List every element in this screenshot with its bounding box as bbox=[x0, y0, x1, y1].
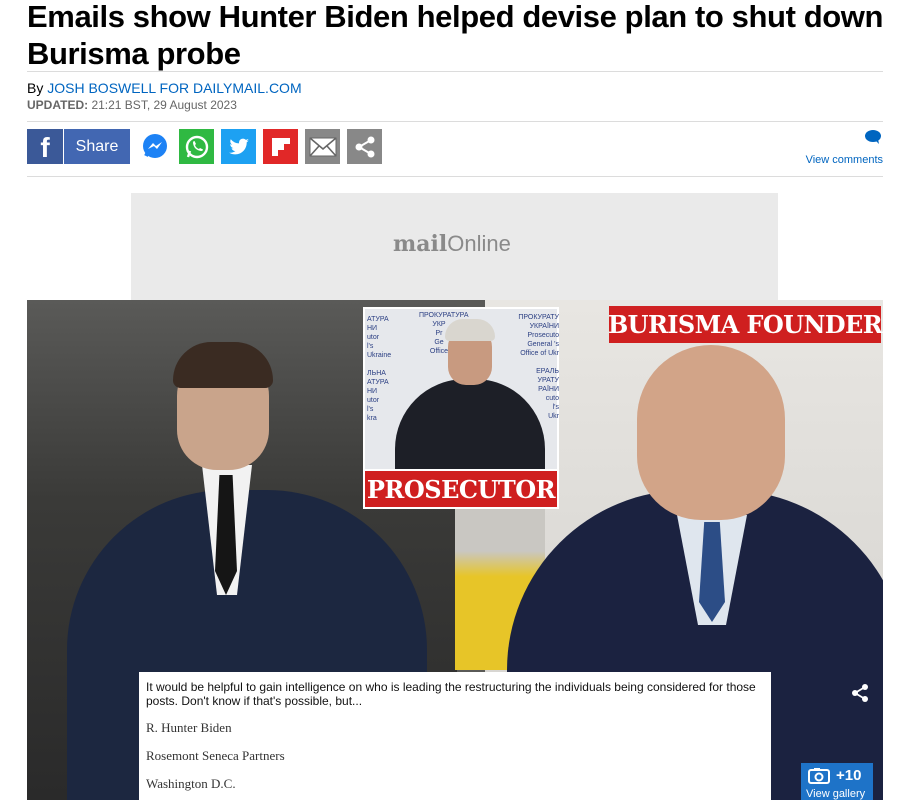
author-link[interactable]: JOSH BOSWELL FOR DAILYMAIL.COM bbox=[47, 80, 301, 96]
comment-bubble-icon bbox=[865, 130, 881, 144]
sign-text-left: АТУРА НИ utor l's Ukraine ЛЬНА АТУРА НИ … bbox=[367, 316, 392, 422]
email-icon bbox=[308, 136, 337, 157]
prosecutor-caption: PROSECUTOR bbox=[365, 469, 557, 507]
gallery-count: +10 bbox=[836, 767, 862, 784]
email-share-button[interactable] bbox=[305, 129, 340, 164]
view-comments-label: View comments bbox=[805, 154, 883, 166]
share-icon bbox=[355, 136, 374, 157]
mailonline-logo: mailOnline bbox=[393, 231, 511, 257]
camera-icon bbox=[808, 768, 830, 784]
updated-timestamp: UPDATED: 21:21 BST, 29 August 2023 bbox=[27, 98, 237, 112]
messenger-share-button[interactable] bbox=[137, 129, 172, 164]
signature-line: Washington D.C. bbox=[146, 776, 236, 791]
founder-face bbox=[637, 345, 785, 520]
facebook-share-button[interactable]: f Share bbox=[27, 129, 130, 164]
messenger-icon bbox=[142, 133, 167, 158]
article-main-image[interactable]: BURISMA FOUNDER АТУРА НИ utor l's Ukrain… bbox=[27, 300, 883, 800]
updated-time: 21:21 BST, 29 August 2023 bbox=[88, 98, 237, 112]
signature-line: R. Hunter Biden bbox=[146, 720, 232, 735]
image-share-icon[interactable] bbox=[849, 682, 871, 704]
burisma-founder-caption: BURISMA FOUNDER bbox=[608, 306, 883, 343]
more-share-button[interactable] bbox=[347, 129, 382, 164]
view-comments-link[interactable]: View comments bbox=[783, 129, 883, 166]
email-excerpt: It would be helpful to gain intelligence… bbox=[139, 672, 771, 800]
flipboard-icon bbox=[271, 137, 290, 156]
twitter-share-button[interactable] bbox=[221, 129, 256, 164]
prosecutor-inset: АТУРА НИ utor l's Ukraine ЛЬНА АТУРА НИ … bbox=[363, 307, 559, 509]
prosecutor-hair bbox=[445, 319, 495, 341]
advertisement-placeholder: mailOnline bbox=[131, 193, 778, 300]
signature-line: Rosemont Seneca Partners bbox=[146, 748, 285, 763]
facebook-icon: f bbox=[27, 129, 63, 164]
gallery-count-row: +10 bbox=[808, 767, 861, 784]
updated-label: UPDATED: bbox=[27, 98, 89, 112]
twitter-icon bbox=[228, 138, 249, 154]
divider bbox=[27, 176, 883, 177]
whatsapp-share-button[interactable] bbox=[179, 129, 214, 164]
whatsapp-icon bbox=[185, 135, 208, 158]
gallery-label: View gallery bbox=[806, 788, 866, 800]
logo-online: Online bbox=[447, 231, 511, 256]
share-bar: f Share bbox=[27, 129, 382, 164]
divider bbox=[27, 121, 883, 122]
view-gallery-button[interactable]: +10 View gallery bbox=[801, 763, 873, 800]
email-body-text: It would be helpful to gain intelligence… bbox=[146, 680, 756, 708]
article-headline: Emails show Hunter Biden helped devise p… bbox=[27, 0, 884, 71]
divider bbox=[27, 71, 883, 72]
flipboard-share-button[interactable] bbox=[263, 129, 298, 164]
logo-mail: mail bbox=[393, 231, 448, 257]
byline-prefix: By bbox=[27, 80, 48, 96]
facebook-share-label: Share bbox=[64, 129, 130, 164]
byline: By JOSH BOSWELL FOR DAILYMAIL.COM bbox=[27, 80, 302, 96]
email-signature: R. Hunter Biden Rosemont Seneca Partners… bbox=[146, 721, 764, 791]
